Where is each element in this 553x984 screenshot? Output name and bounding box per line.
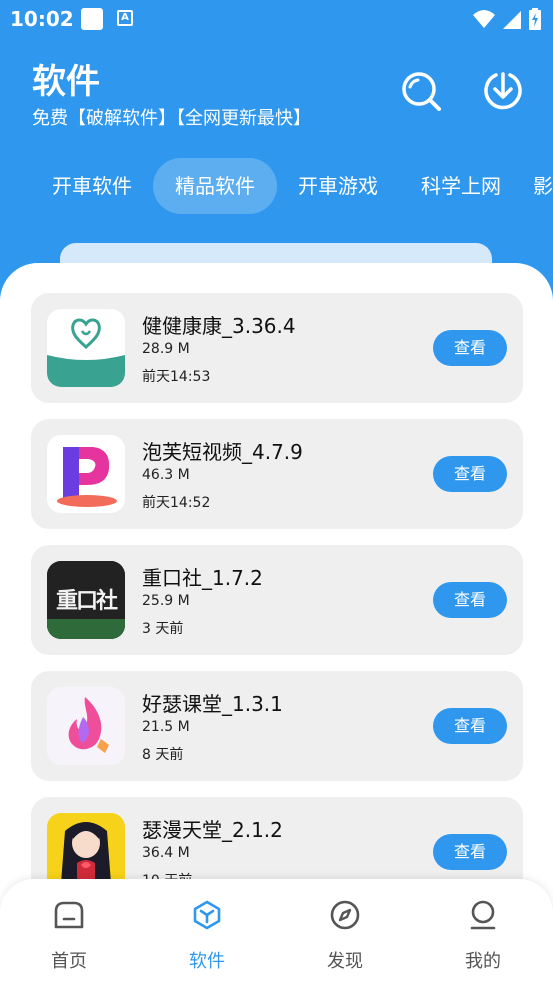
a-notification-icon: A bbox=[117, 10, 133, 26]
app-size: 28.9 M bbox=[142, 341, 190, 357]
status-bar: 10:02 A bbox=[0, 0, 553, 38]
compass-icon bbox=[330, 900, 360, 930]
signal-icon bbox=[503, 11, 521, 29]
software-cube-icon bbox=[193, 900, 221, 930]
flame-app-icon bbox=[47, 687, 125, 765]
app-update-time: 前天14:53 bbox=[142, 369, 211, 385]
tab-kaiche-games[interactable]: 开車游戏 bbox=[276, 158, 400, 214]
category-tabs: 开車软件 精品软件 开車游戏 科学上网 影 bbox=[0, 158, 553, 214]
view-button[interactable]: 查看 bbox=[433, 330, 507, 366]
search-button[interactable] bbox=[400, 70, 442, 112]
app-name: 健健康康_3.36.4 bbox=[142, 314, 296, 338]
p-letter-app-icon bbox=[47, 435, 125, 513]
app-name: 瑟漫天堂_2.1.2 bbox=[142, 818, 283, 842]
app-list: 健健康康_3.36.4 28.9 M 前天14:53 查看 泡芙短视频_4.7.… bbox=[0, 263, 553, 984]
nav-label: 发现 bbox=[327, 951, 363, 972]
nav-profile[interactable]: 我的 bbox=[414, 879, 552, 984]
app-card[interactable]: 泡芙短视频_4.7.9 46.3 M 前天14:52 查看 bbox=[31, 419, 523, 529]
page-title: 软件 bbox=[32, 62, 100, 102]
nav-home[interactable]: 首页 bbox=[0, 879, 138, 984]
app-icon-text: 重口社 bbox=[55, 589, 118, 614]
status-time: 10:02 bbox=[10, 7, 74, 31]
app-update-time: 3 天前 bbox=[142, 621, 184, 637]
profile-icon bbox=[470, 900, 496, 930]
bottom-navigation: 首页 软件 发现 我的 bbox=[0, 879, 553, 984]
search-icon bbox=[402, 72, 441, 111]
nav-discover[interactable]: 发现 bbox=[276, 879, 414, 984]
wifi-icon bbox=[473, 10, 495, 28]
heart-app-icon bbox=[47, 309, 125, 387]
download-icon bbox=[484, 72, 522, 110]
tab-vpn[interactable]: 科学上网 bbox=[399, 158, 523, 214]
home-icon bbox=[54, 901, 84, 929]
tab-kaiche-software[interactable]: 开車软件 bbox=[30, 158, 154, 214]
tab-premium-software[interactable]: 精品软件 bbox=[153, 158, 277, 214]
nav-label: 首页 bbox=[51, 951, 87, 972]
download-button[interactable] bbox=[482, 70, 524, 112]
app-card[interactable]: 重口社 重口社_1.7.2 25.9 M 3 天前 查看 bbox=[31, 545, 523, 655]
view-button[interactable]: 查看 bbox=[433, 708, 507, 744]
app-card[interactable]: 健健康康_3.36.4 28.9 M 前天14:53 查看 bbox=[31, 293, 523, 403]
app-update-time: 8 天前 bbox=[142, 747, 184, 763]
nav-label: 我的 bbox=[465, 951, 501, 972]
nav-label: 软件 bbox=[189, 951, 225, 972]
zhongkoushe-app-icon: 重口社 bbox=[47, 561, 125, 639]
app-size: 21.5 M bbox=[142, 719, 190, 735]
page-subtitle: 免费【破解软件】【全网更新最快】 bbox=[32, 108, 311, 129]
app-size: 36.4 M bbox=[142, 845, 190, 861]
app-update-time: 前天14:52 bbox=[142, 495, 211, 511]
app-size: 25.9 M bbox=[142, 593, 190, 609]
notification-square-icon bbox=[81, 8, 103, 30]
view-button[interactable]: 查看 bbox=[433, 834, 507, 870]
battery-icon bbox=[529, 8, 541, 30]
app-name: 泡芙短视频_4.7.9 bbox=[142, 440, 303, 464]
nav-software[interactable]: 软件 bbox=[138, 879, 276, 984]
app-card[interactable]: 好瑟课堂_1.3.1 21.5 M 8 天前 查看 bbox=[31, 671, 523, 781]
app-name: 好瑟课堂_1.3.1 bbox=[142, 692, 283, 716]
view-button[interactable]: 查看 bbox=[433, 582, 507, 618]
view-button[interactable]: 查看 bbox=[433, 456, 507, 492]
tab-video-partial[interactable]: 影 bbox=[533, 158, 553, 214]
app-size: 46.3 M bbox=[142, 467, 190, 483]
app-name: 重口社_1.7.2 bbox=[142, 566, 263, 590]
status-icons bbox=[473, 8, 541, 30]
